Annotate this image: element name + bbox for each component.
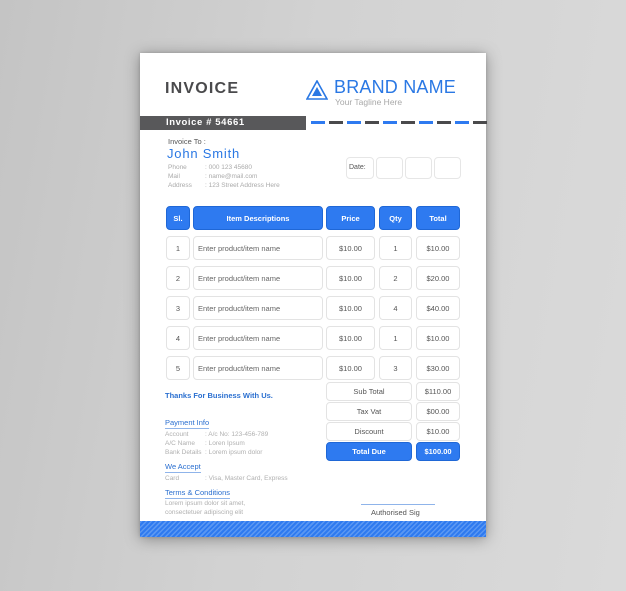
decorative-dash [401,121,415,124]
payment-account-label: Account [165,431,189,438]
date-day-field[interactable] [376,157,403,179]
payment-ac-name-value: : Loren Ipsum [205,440,245,447]
terms-line-2: consectetuer adipiscing elit [165,509,244,516]
decorative-dash [365,121,379,124]
sub-total-value[interactable]: $110.00 [416,382,460,401]
header-total: Total [416,206,460,230]
invoice-title: INVOICE [165,80,240,97]
contact-mail-value: : name@mail.com [205,173,258,180]
cell-price[interactable]: $10.00 [326,356,375,380]
accepted-cards: Card : Visa, Master Card, Express [165,475,288,482]
date-year-field[interactable] [434,157,461,179]
we-accept-heading: We Accept [165,462,201,473]
contact-address-label: Address [168,182,192,189]
date-label: Date: [349,164,366,171]
cell-qty[interactable]: 1 [379,326,412,350]
header-sl: Sl. [166,206,190,230]
header-price: Price [326,206,375,230]
total-due-label: Total Due [326,442,412,461]
cell-description[interactable]: Enter product/item name [193,266,323,290]
contact-address-value: : 123 Street Address Here [205,182,280,189]
payment-info-heading: Payment Info [165,418,210,429]
contact-address: Address : 123 Street Address Here [168,182,280,189]
cell-total[interactable]: $20.00 [416,266,460,290]
header-qty: Qty [379,206,412,230]
cell-sl[interactable]: 4 [166,326,190,350]
decorative-dash [473,121,487,124]
cell-description[interactable]: Enter product/item name [193,326,323,350]
total-due-value: $100.00 [416,442,460,461]
invoice-number-bar: Invoice # 54661 [140,116,306,130]
payment-account-value: : A/c No: 123-456-789 [205,431,269,438]
decorative-dash [329,121,343,124]
terms-line-1: Lorem ipsum dolor sit amet, [165,500,246,507]
accepted-cards-label: Card [165,475,180,482]
tax-value[interactable]: $00.00 [416,402,460,421]
contact-mail: Mail : name@mail.com [168,173,257,180]
decorative-dash [311,121,325,124]
invoice-number: Invoice # 54661 [166,117,245,128]
contact-phone: Phone : 000 123 45680 [168,164,252,171]
signature-line [361,504,435,505]
client-name: John Smith [167,146,241,161]
contact-phone-label: Phone [168,164,187,171]
cell-total[interactable]: $30.00 [416,356,460,380]
invoice-to-label: Invoice To : [168,137,206,146]
footer-stripe-bar [140,521,486,537]
cell-sl[interactable]: 5 [166,356,190,380]
cell-total[interactable]: $10.00 [416,236,460,260]
payment-ac-name: A/C Name : Loren Ipsum [165,440,245,447]
discount-label: Discount [326,422,412,441]
payment-account: Account : A/c No: 123-456-789 [165,431,268,438]
cell-price[interactable]: $10.00 [326,326,375,350]
signature-label: Authorised Sig [371,508,420,517]
cell-sl[interactable]: 3 [166,296,190,320]
brand-triangle-logo-icon [306,80,328,100]
invoice-page: INVOICE BRAND NAME Your Tagline Here Inv… [140,53,487,537]
decorative-dashes [311,121,487,125]
cell-total[interactable]: $40.00 [416,296,460,320]
decorative-dash [455,121,469,124]
payment-bank-details: Bank Details: Lorem ipsum dolor [165,449,262,456]
thanks-message: Thanks For Business With Us. [165,391,273,400]
contact-mail-label: Mail [168,173,180,180]
cell-price[interactable]: $10.00 [326,266,375,290]
cell-qty[interactable]: 3 [379,356,412,380]
payment-ac-name-label: A/C Name [165,440,195,447]
cell-sl[interactable]: 2 [166,266,190,290]
cell-qty[interactable]: 4 [379,296,412,320]
discount-value[interactable]: $10.00 [416,422,460,441]
cell-price[interactable]: $10.00 [326,296,375,320]
cell-description[interactable]: Enter product/item name [193,356,323,380]
terms-heading: Terms & Conditions [165,488,231,499]
accepted-cards-value: : Visa, Master Card, Express [205,475,288,482]
payment-bank-details-label: Bank Details [165,449,202,456]
cell-qty[interactable]: 2 [379,266,412,290]
date-month-field[interactable] [405,157,432,179]
payment-bank-details-value: : Lorem ipsum dolor [205,449,263,456]
cell-description[interactable]: Enter product/item name [193,236,323,260]
decorative-dash [419,121,433,124]
tax-label: Tax Vat [326,402,412,421]
date-label-box: Date: [346,157,374,179]
cell-description[interactable]: Enter product/item name [193,296,323,320]
header-description: Item Descriptions [193,206,323,230]
decorative-dash [437,121,451,124]
cell-qty[interactable]: 1 [379,236,412,260]
brand-name: BRAND NAME [334,77,457,97]
decorative-dash [383,121,397,124]
cell-price[interactable]: $10.00 [326,236,375,260]
cell-sl[interactable]: 1 [166,236,190,260]
cell-total[interactable]: $10.00 [416,326,460,350]
contact-phone-value: : 000 123 45680 [205,164,252,171]
decorative-dash [347,121,361,124]
brand-tagline: Your Tagline Here [335,97,403,107]
sub-total-label: Sub Total [326,382,412,401]
